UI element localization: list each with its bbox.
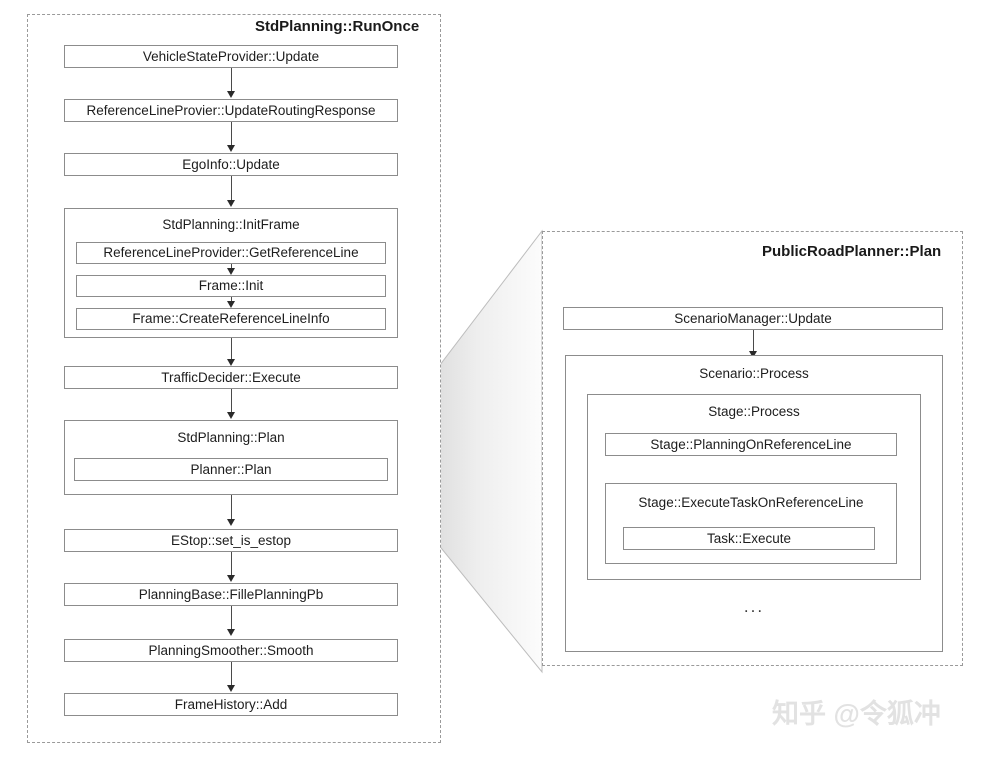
box-std-planning-plan-label: StdPlanning::Plan (177, 430, 285, 445)
box-ego-info-update[interactable]: EgoInfo::Update (64, 153, 398, 176)
arrowhead-refline-to-egoinfo (226, 145, 235, 152)
box-planning-base-fille-planning-pb[interactable]: PlanningBase::FillePlanningPb (64, 583, 398, 606)
right-panel-title: PublicRoadPlanner::Plan (762, 243, 942, 260)
box-frame-history-add[interactable]: FrameHistory::Add (64, 693, 398, 716)
box-traffic-decider-execute[interactable]: TrafficDecider::Execute (64, 366, 398, 389)
arrowhead-filleplanningpb-to-smooth (226, 629, 235, 636)
box-vehicle-state-provider-update[interactable]: VehicleStateProvider::Update (64, 45, 398, 68)
arrowhead-estop-to-filleplanningpb (226, 575, 235, 582)
arrowhead-egoinfo-to-initframe (226, 200, 235, 207)
arrowhead-stdplan-to-estop (226, 519, 235, 526)
box-stage-execute-task-on-reference-line[interactable]: Stage::ExecuteTaskOnReferenceLine (605, 483, 897, 564)
box-stage-process-label: Stage::Process (708, 404, 800, 419)
box-reference-line-provider-get-reference-line[interactable]: ReferenceLineProvider::GetReferenceLine (76, 242, 386, 264)
box-scenario-process-label: Scenario::Process (699, 366, 809, 381)
box-planner-plan[interactable]: Planner::Plan (74, 458, 388, 481)
arrowhead-getrefline-to-frameinit (226, 268, 235, 275)
box-estop-set-is-estop[interactable]: EStop::set_is_estop (64, 529, 398, 552)
box-reference-line-provier-update-routing-response[interactable]: ReferenceLineProvier::UpdateRoutingRespo… (64, 99, 398, 122)
arrowhead-vehiclestate-to-refline (226, 91, 235, 98)
more-stages-ellipsis: ... (743, 597, 765, 616)
arrow-egoinfo-to-initframe (231, 176, 232, 203)
box-frame-init[interactable]: Frame::Init (76, 275, 386, 297)
diagram-canvas: StdPlanning::RunOnce VehicleStateProvide… (0, 0, 988, 761)
arrowhead-smooth-to-framehistory (226, 685, 235, 692)
box-task-execute[interactable]: Task::Execute (623, 527, 875, 550)
watermark-zhihu: 知乎 @令狐冲 (772, 699, 941, 729)
box-stage-planning-on-reference-line[interactable]: Stage::PlanningOnReferenceLine (605, 433, 897, 456)
box-scenario-manager-update[interactable]: ScenarioManager::Update (563, 307, 943, 330)
arrowhead-trafficdecider-to-stdplan (226, 412, 235, 419)
box-std-planning-init-frame-label: StdPlanning::InitFrame (162, 217, 300, 232)
left-panel-title: StdPlanning::RunOnce (255, 18, 420, 35)
arrowhead-frameinit-to-createreflineinfo (226, 301, 235, 308)
box-planning-smoother-smooth[interactable]: PlanningSmoother::Smooth (64, 639, 398, 662)
box-frame-create-reference-line-info[interactable]: Frame::CreateReferenceLineInfo (76, 308, 386, 330)
box-stage-execute-task-on-reference-line-label: Stage::ExecuteTaskOnReferenceLine (638, 495, 864, 510)
arrowhead-initframe-to-trafficdecider (226, 359, 235, 366)
